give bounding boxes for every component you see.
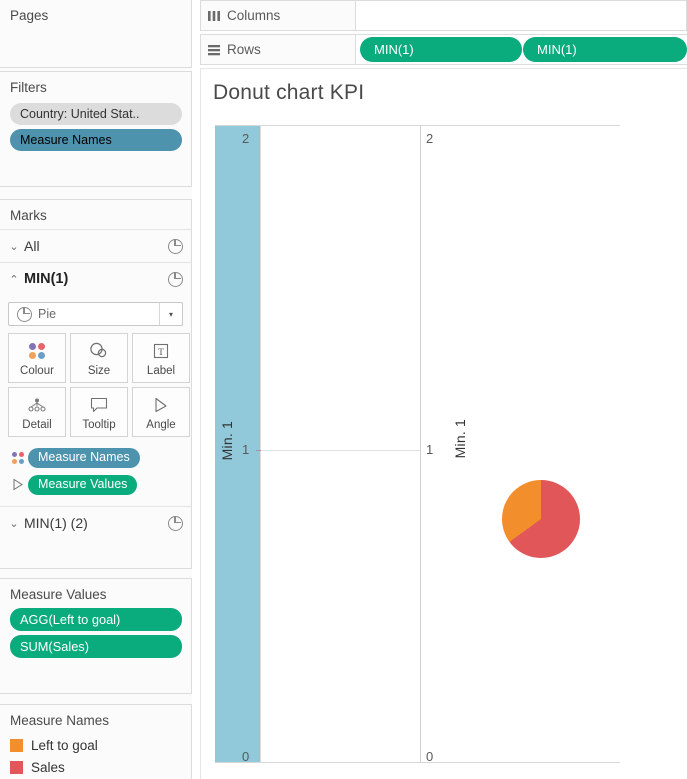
marks-card-all-label: All — [24, 238, 40, 254]
detail-button-label: Detail — [22, 418, 52, 431]
right-axis-tick-1: 1 — [426, 442, 434, 457]
colour-button-label: Colour — [20, 364, 54, 377]
filters-list: Country: United Stat.. Measure Names — [0, 103, 191, 151]
page-title: Donut chart KPI — [213, 81, 365, 104]
legend-swatch-left-to-goal — [10, 738, 23, 752]
columns-shelf[interactable]: Columns — [200, 0, 687, 31]
colour-icon — [8, 451, 28, 464]
measure-value-pill-agg-left-to-goal[interactable]: AGG(Left to goal) — [10, 608, 182, 631]
left-sidebar: Pages Filters Country: United Stat.. Mea… — [0, 0, 192, 779]
marks-card-min1[interactable]: ⌃ MIN(1) — [0, 262, 191, 295]
columns-shelf-dropzone[interactable] — [356, 1, 686, 30]
measure-value-pill-sum-sales[interactable]: SUM(Sales) — [10, 635, 182, 658]
rows-shelf[interactable]: Rows MIN(1) MIN(1) — [200, 34, 687, 65]
detail-icon — [26, 394, 48, 416]
marks-card-min1-2[interactable]: ⌄ MIN(1) (2) — [0, 506, 191, 539]
legend-swatch-sales — [10, 760, 23, 774]
right-axis-title[interactable]: Min. 1 — [452, 419, 468, 458]
angle-icon — [151, 394, 171, 416]
angle-button-label: Angle — [146, 418, 176, 431]
size-icon — [88, 340, 110, 362]
right-axis-tick-0: 0 — [426, 749, 434, 764]
mark-type-selector[interactable]: Pie ▾ — [8, 302, 183, 326]
measure-values-title: Measure Values — [10, 587, 107, 602]
left-axis-tick-2: 2 — [242, 131, 250, 146]
marks-card-min1-label: MIN(1) — [24, 271, 69, 287]
worksheet-view: Donut chart KPI 2 1 0 Min. 1 2 1 0 Min. … — [200, 68, 687, 779]
pie-icon — [17, 306, 32, 322]
rows-pill-min1-b[interactable]: MIN(1) — [523, 37, 687, 62]
filters-title: Filters — [10, 80, 47, 95]
encoding-row-measure-names[interactable]: Measure Names — [0, 444, 191, 471]
marks-title: Marks — [10, 208, 47, 223]
tooltip-button[interactable]: Tooltip — [70, 387, 128, 437]
marks-card-all[interactable]: ⌄ All — [0, 229, 191, 262]
chevron-down-icon[interactable]: ⌄ — [6, 240, 22, 253]
detail-button[interactable]: Detail — [8, 387, 66, 437]
pages-panel: Pages — [0, 0, 192, 68]
filters-panel: Filters Country: United Stat.. Measure N… — [0, 71, 192, 187]
tooltip-icon — [89, 394, 109, 416]
measure-names-legend-title: Measure Names — [10, 713, 110, 728]
label-button[interactable]: T Label — [132, 333, 190, 383]
mark-type-value: Pie — [38, 307, 57, 321]
colour-icon — [29, 340, 45, 362]
right-axis-tick-2: 2 — [426, 131, 434, 146]
size-button[interactable]: Size — [70, 333, 128, 383]
plot-top-rule — [215, 125, 620, 126]
gridline-mid — [260, 450, 420, 451]
colour-button[interactable]: Colour — [8, 333, 66, 383]
rows-shelf-dropzone[interactable]: MIN(1) MIN(1) — [356, 35, 687, 64]
chevron-up-icon[interactable]: ⌃ — [6, 273, 22, 286]
label-icon: T — [152, 340, 170, 362]
measure-names-legend-panel: Measure Names Left to goal Sales — [0, 704, 192, 779]
measure-values-list: AGG(Left to goal) SUM(Sales) — [0, 608, 191, 658]
pie-icon — [168, 515, 183, 531]
columns-shelf-header: Columns — [201, 1, 356, 30]
angle-icon — [8, 478, 28, 491]
tooltip-button-label: Tooltip — [82, 418, 116, 431]
rows-pill-min1-a[interactable]: MIN(1) — [360, 37, 522, 62]
svg-text:T: T — [158, 348, 164, 358]
filter-pill-country[interactable]: Country: United Stat.. — [10, 103, 182, 125]
marks-card-min1-2-label: MIN(1) (2) — [24, 515, 88, 531]
legend-label-left-to-goal: Left to goal — [31, 737, 98, 753]
plot-left-divider — [260, 125, 261, 762]
encoding-pill-measure-names[interactable]: Measure Names — [28, 447, 140, 468]
legend-item[interactable]: Sales — [0, 756, 191, 778]
chevron-down-icon[interactable]: ▾ — [159, 303, 182, 325]
columns-shelf-label: Columns — [227, 8, 281, 23]
plot-right-divider — [420, 125, 421, 762]
marks-encoding-buttons: Colour Size T Label Detail Tooltip Angle — [0, 331, 191, 441]
size-button-label: Size — [87, 364, 111, 377]
plot-bottom-rule — [215, 762, 620, 763]
pie-icon — [168, 238, 183, 254]
columns-icon — [201, 10, 227, 22]
chevron-down-icon[interactable]: ⌄ — [6, 517, 22, 530]
left-axis-title[interactable]: Min. 1 — [219, 421, 235, 460]
pages-title: Pages — [10, 8, 49, 23]
label-button-label: Label — [146, 364, 176, 377]
filter-pill-measure-names[interactable]: Measure Names — [10, 129, 182, 151]
encoding-pill-measure-values[interactable]: Measure Values — [28, 474, 138, 495]
measure-values-panel: Measure Values AGG(Left to goal) SUM(Sal… — [0, 578, 192, 694]
legend-item[interactable]: Left to goal — [0, 734, 191, 756]
left-axis-tick-1: 1 — [242, 442, 250, 457]
rows-icon — [201, 44, 227, 56]
rows-shelf-label: Rows — [227, 42, 261, 57]
tableau-workbook-window: Pages Filters Country: United Stat.. Mea… — [0, 0, 687, 779]
left-axis-tick-0: 0 — [242, 749, 250, 764]
pie-icon — [168, 271, 183, 287]
rows-shelf-header: Rows — [201, 35, 356, 64]
legend-label-sales: Sales — [31, 759, 65, 775]
encoding-row-measure-values[interactable]: Measure Values — [0, 471, 191, 498]
mark-type-selector-wrap: Pie ▾ — [0, 295, 191, 331]
pie-chart-mark[interactable] — [502, 480, 580, 558]
angle-button[interactable]: Angle — [132, 387, 190, 437]
marks-panel: Marks ⌄ All ⌃ MIN(1) Pie ▾ Colour Size T… — [0, 199, 192, 569]
axis-tick-mid — [256, 450, 261, 451]
